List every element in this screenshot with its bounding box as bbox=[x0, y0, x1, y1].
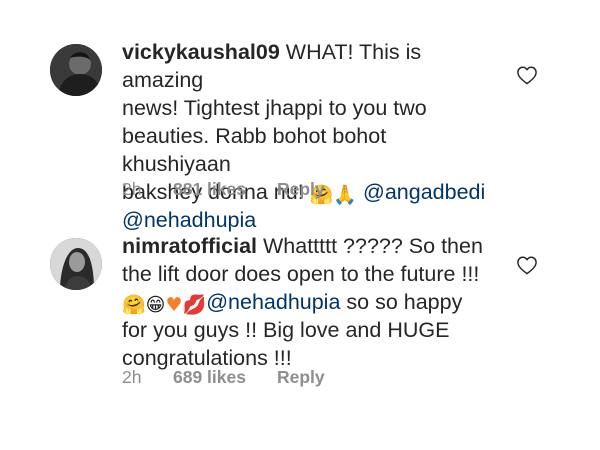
username-link[interactable]: nimratofficial bbox=[122, 234, 257, 258]
likes-count[interactable]: 881 likes bbox=[173, 179, 246, 200]
like-heart-icon[interactable] bbox=[516, 65, 538, 85]
comment-line: for you guys !! Big love and HUGE bbox=[122, 318, 450, 342]
like-heart-icon[interactable] bbox=[516, 255, 538, 275]
reply-button[interactable]: Reply bbox=[277, 367, 325, 388]
comment-line: Whattttt ????? So then bbox=[262, 234, 483, 258]
kiss-mark-emoji: 💋 bbox=[182, 294, 207, 316]
timestamp[interactable]: 2h bbox=[122, 367, 141, 388]
comment-text: vickykaushal09 WHAT! This is amazing new… bbox=[122, 38, 500, 234]
comment-text: nimratofficial Whattttt ????? So then th… bbox=[122, 232, 500, 372]
reply-button[interactable]: Reply bbox=[277, 179, 325, 200]
hug-emoji: 🤗 bbox=[122, 294, 146, 316]
folded-hands-emoji: 🙏 bbox=[333, 184, 358, 206]
grinning-emoji: 😁 bbox=[145, 294, 166, 316]
comment-line: news! Tightest jhappi to you two bbox=[122, 96, 427, 120]
comment-line: the lift door does open to the future !!… bbox=[122, 262, 480, 286]
orange-heart-emoji: ♥ bbox=[165, 294, 183, 316]
timestamp[interactable]: 2h bbox=[122, 179, 141, 200]
mention-link[interactable]: @angadbedi bbox=[363, 180, 485, 204]
comment-line: so so happy bbox=[346, 290, 463, 314]
mention-link[interactable]: @nehadhupia bbox=[122, 208, 256, 232]
avatar[interactable] bbox=[50, 44, 102, 96]
username-link[interactable]: vickykaushal09 bbox=[122, 40, 280, 64]
mention-link[interactable]: @nehadhupia bbox=[206, 290, 340, 314]
avatar[interactable] bbox=[50, 238, 102, 290]
comment-line: beauties. Rabb bohot bohot khushiyaan bbox=[122, 124, 387, 176]
likes-count[interactable]: 689 likes bbox=[173, 367, 246, 388]
